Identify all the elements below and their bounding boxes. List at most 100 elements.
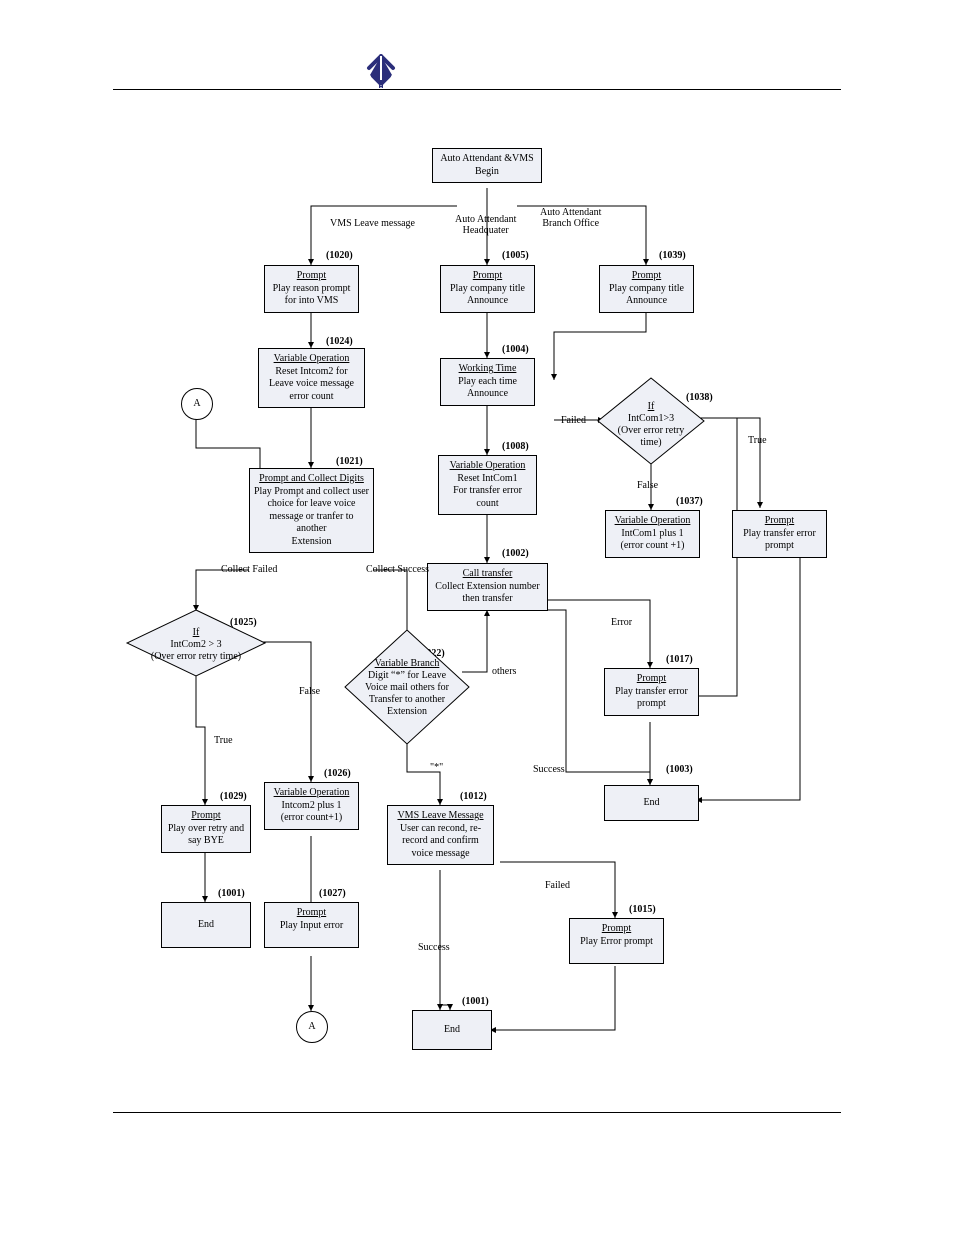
node-id: (1003) <box>666 764 693 775</box>
node-1002: Call transfer Collect Extension number t… <box>427 563 548 611</box>
edge-label: True <box>748 435 767 446</box>
edge-label: Collect Failed <box>221 564 277 575</box>
text: then transfer <box>432 593 543 606</box>
text: voice message <box>392 848 489 861</box>
node-1029: Prompt Play over retry and say BYE <box>161 805 251 853</box>
node-1001a: End <box>161 902 251 948</box>
text: Play transfer error <box>737 528 822 541</box>
text: End <box>609 790 694 816</box>
svg-text:(Over error retry time): (Over error retry time) <box>151 651 241 662</box>
text: Announce <box>604 295 689 308</box>
node-start: Auto Attendant &VMS Begin <box>432 148 542 183</box>
edge-label: Auto Attendant Headquater <box>455 214 516 236</box>
rule-top <box>113 89 841 90</box>
text: Play company title <box>445 283 530 296</box>
node-1021: Prompt and Collect Digits Play Prompt an… <box>249 468 374 553</box>
node-id: (1015) <box>629 904 656 915</box>
text: Collect Extension number <box>432 581 543 594</box>
text: Play reason prompt <box>269 283 354 296</box>
title: Prompt <box>269 270 354 283</box>
title: Working Time <box>445 363 530 376</box>
svg-text:time): time) <box>640 437 661 448</box>
logo-icon <box>366 54 396 88</box>
text: prompt <box>737 540 822 553</box>
edge-label: False <box>299 686 320 697</box>
text: Play over retry and <box>166 823 246 836</box>
text: for into VMS <box>269 295 354 308</box>
svg-text:Voice mail others for: Voice mail others for <box>365 682 450 693</box>
edge-label: Success <box>533 764 565 775</box>
text: error count <box>263 391 360 404</box>
node-1015: Prompt Play Error prompt <box>569 918 664 964</box>
node-1039: Prompt Play company title Announce <box>599 265 694 313</box>
edge-label: Failed <box>561 415 586 426</box>
title: Prompt <box>604 270 689 283</box>
connector-a: A <box>296 1011 328 1043</box>
edge-label: False <box>637 480 658 491</box>
text: User can recond, re- <box>392 823 489 836</box>
edge-label: "*" <box>430 762 443 773</box>
node-1022: Variable Branch Digit “*” for Leave Voic… <box>345 630 469 744</box>
title: Prompt <box>609 673 694 686</box>
node-1001b: End <box>412 1010 492 1050</box>
node-1005: Prompt Play company title Announce <box>440 265 535 313</box>
title: Call transfer <box>432 568 543 581</box>
svg-text:Extension: Extension <box>387 706 427 717</box>
edge-label: Auto Attendant Branch Office <box>540 207 601 229</box>
text: Intcom2 plus 1 <box>269 800 354 813</box>
edge-label: Error <box>611 617 632 628</box>
text: End <box>166 907 246 943</box>
svg-text:IntCom1>3: IntCom1>3 <box>628 413 674 424</box>
edge-label: others <box>492 666 516 677</box>
node-1027: Prompt Play Input error <box>264 902 359 948</box>
page: Auto Attendant &VMS Begin VMS Leave mess… <box>0 0 954 1235</box>
svg-text:IntCom2 > 3: IntCom2 > 3 <box>170 639 221 650</box>
text: Play each time <box>445 376 530 389</box>
title: Variable Operation <box>610 515 695 528</box>
node-id: (1001) <box>218 888 245 899</box>
svg-text:If: If <box>648 401 655 412</box>
edge-label: Collect Success <box>366 564 429 575</box>
node-1017: Prompt Play transfer error prompt <box>604 668 699 716</box>
text: count <box>443 498 532 511</box>
node-1012: VMS Leave Message User can recond, re- r… <box>387 805 494 865</box>
text: Play Error prompt <box>574 936 659 949</box>
edge-label: Failed <box>545 880 570 891</box>
rule-bottom <box>113 1112 841 1113</box>
node-id: (1024) <box>326 336 353 347</box>
text: Auto Attendant &VMS <box>437 153 537 166</box>
text: IntCom1 plus 1 <box>610 528 695 541</box>
text: prompt <box>609 698 694 711</box>
node-1020: Prompt Play reason prompt for into VMS <box>264 265 359 313</box>
node-id: (1039) <box>659 250 686 261</box>
text: End <box>417 1015 487 1045</box>
node-1037: Variable Operation IntCom1 plus 1 (error… <box>605 510 700 558</box>
node-id: (1027) <box>319 888 346 899</box>
title: Variable Operation <box>269 787 354 800</box>
text: Begin <box>437 166 537 179</box>
node-1026: Variable Operation Intcom2 plus 1 (error… <box>264 782 359 830</box>
node-1038: If IntCom1>3 (Over error retry time) <box>598 378 704 464</box>
title: Prompt <box>574 923 659 936</box>
text: (error count+1) <box>269 812 354 825</box>
node-id: (1017) <box>666 654 693 665</box>
node-1004: Working Time Play each time Announce <box>440 358 535 406</box>
edge-label: Success <box>418 942 450 953</box>
text: Play Prompt and collect user <box>254 486 369 499</box>
node-id: (1026) <box>324 768 351 779</box>
node-id: (1012) <box>460 791 487 802</box>
title: Prompt <box>737 515 822 528</box>
text: say BYE <box>166 835 246 848</box>
node-id: (1037) <box>676 496 703 507</box>
title: Variable Operation <box>443 460 532 473</box>
edge-label: True <box>214 735 233 746</box>
text: Announce <box>445 295 530 308</box>
node-1003: End <box>604 785 699 821</box>
text: Leave voice message <box>263 378 360 391</box>
title: Prompt <box>269 907 354 920</box>
node-1008: Variable Operation Reset IntCom1 For tra… <box>438 455 537 515</box>
svg-text:If: If <box>193 627 200 638</box>
title: Prompt <box>166 810 246 823</box>
svg-text:Digit “*” for Leave: Digit “*” for Leave <box>368 670 447 681</box>
node-id: (1020) <box>326 250 353 261</box>
